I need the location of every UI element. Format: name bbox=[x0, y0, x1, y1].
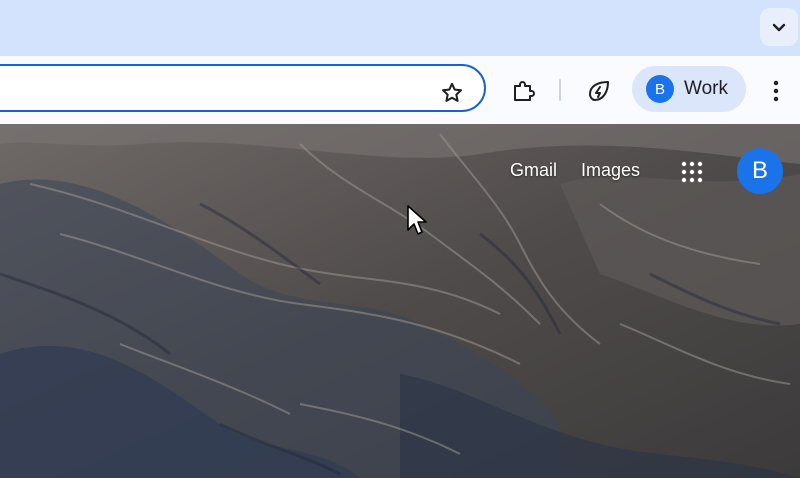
tab-search-button[interactable] bbox=[760, 8, 798, 46]
browser-menu-button[interactable] bbox=[762, 71, 790, 111]
google-apps-button[interactable] bbox=[672, 152, 712, 192]
leaf-bolt-icon bbox=[589, 81, 609, 101]
profile-label: Work bbox=[684, 78, 728, 99]
mouse-pointer-icon bbox=[407, 205, 427, 235]
bookmark-button[interactable] bbox=[432, 73, 472, 113]
account-avatar[interactable]: B bbox=[737, 148, 783, 194]
more-vert-icon bbox=[773, 80, 779, 102]
apps-grid-icon bbox=[681, 161, 703, 183]
images-link[interactable]: Images bbox=[581, 160, 640, 181]
address-bar[interactable] bbox=[0, 64, 486, 112]
star-icon bbox=[442, 82, 462, 102]
page-content: Gmail Images B bbox=[0, 124, 800, 478]
profile-avatar: B bbox=[646, 75, 674, 103]
gmail-link[interactable]: Gmail bbox=[510, 160, 557, 181]
chevron-down-icon bbox=[772, 23, 786, 32]
performance-button[interactable] bbox=[578, 71, 620, 111]
extensions-button[interactable] bbox=[502, 71, 544, 111]
profile-chip[interactable]: B Work bbox=[632, 66, 746, 112]
browser-toolbar: B Work bbox=[0, 56, 800, 124]
puzzle-icon bbox=[514, 81, 535, 101]
toolbar-divider bbox=[559, 79, 561, 101]
tab-strip bbox=[0, 0, 800, 56]
